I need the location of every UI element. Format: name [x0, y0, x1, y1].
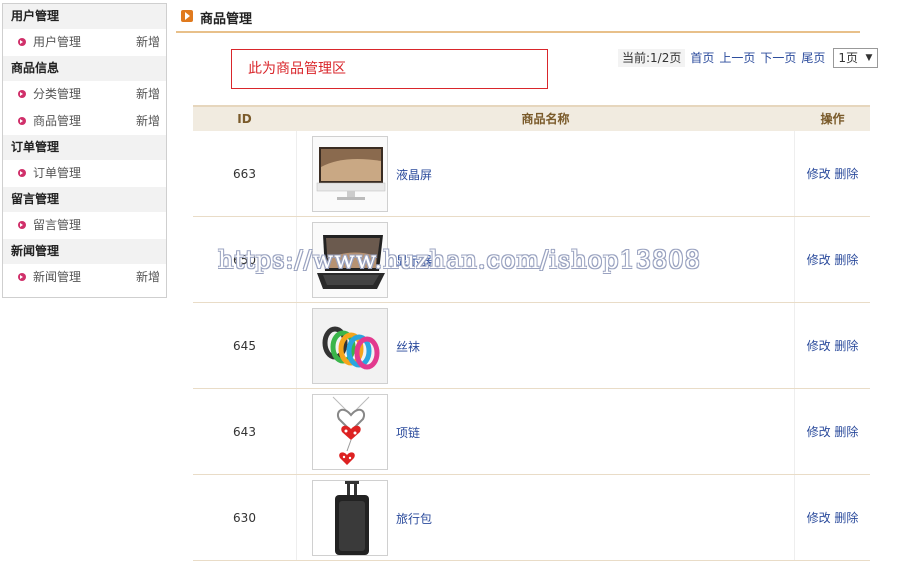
- sidebar-menu: 用户管理 用户管理 新增 商品信息 分类管理 新增 商品管理 新增 订单管理 订…: [2, 3, 167, 298]
- group-message-title: 留言管理: [3, 187, 166, 212]
- edit-link[interactable]: 修改: [807, 339, 831, 353]
- product-id: 630: [233, 511, 256, 525]
- row-actions: 修改 删除: [795, 475, 870, 560]
- group-order-title: 订单管理: [3, 135, 166, 160]
- last-page-link[interactable]: 尾页: [801, 49, 825, 67]
- group-product-title: 商品信息: [3, 56, 166, 81]
- table-row: 663 液晶屏 修改 删除: [193, 131, 870, 217]
- sidebar-item-label[interactable]: 订单管理: [33, 166, 81, 180]
- row-actions: 修改 删除: [795, 303, 870, 388]
- header-actions: 操作: [820, 112, 845, 126]
- delete-link[interactable]: 删除: [834, 339, 858, 353]
- table-header: ID 商品名称 操作: [193, 105, 870, 131]
- delete-link[interactable]: 删除: [834, 167, 858, 181]
- product-name-link[interactable]: 丝袜: [396, 338, 420, 355]
- table-row: 645 丝袜 修改 删除: [193, 303, 870, 389]
- product-cell: 丝袜: [296, 303, 795, 388]
- edit-link[interactable]: 修改: [807, 253, 831, 267]
- product-thumbnail[interactable]: [312, 394, 388, 470]
- product-id: 643: [233, 425, 256, 439]
- page-title: 商品管理: [200, 12, 253, 27]
- sidebar-item-label[interactable]: 用户管理: [33, 35, 81, 49]
- notice-box: 此为商品管理区: [231, 49, 548, 89]
- delete-link[interactable]: 删除: [834, 253, 858, 267]
- sidebar-item-category-manage[interactable]: 分类管理 新增: [3, 81, 166, 108]
- bullet-icon: [18, 38, 26, 46]
- chevron-down-icon: ▼: [865, 53, 873, 63]
- bullet-icon: [18, 117, 26, 125]
- row-actions: 修改 删除: [795, 217, 870, 302]
- next-page-link[interactable]: 下一页: [760, 49, 796, 67]
- row-actions: 修改 删除: [795, 389, 870, 474]
- edit-link[interactable]: 修改: [807, 511, 831, 525]
- table-row: 650 显示器 修改 删除: [193, 217, 870, 303]
- product-thumbnail[interactable]: [312, 308, 388, 384]
- arrow-right-icon: [181, 10, 193, 22]
- product-id: 645: [233, 339, 256, 353]
- group-user-title: 用户管理: [3, 4, 166, 29]
- sidebar-item-product-manage[interactable]: 商品管理 新增: [3, 108, 166, 135]
- product-name-link[interactable]: 旅行包: [396, 510, 432, 527]
- page-status: 当前:1/2页: [618, 49, 686, 67]
- sidebar-item-label[interactable]: 分类管理: [33, 87, 81, 101]
- first-page-link[interactable]: 首页: [690, 49, 714, 67]
- sidebar-item-message-manage[interactable]: 留言管理: [3, 212, 166, 239]
- delete-link[interactable]: 删除: [834, 511, 858, 525]
- sidebar-item-user-manage[interactable]: 用户管理 新增: [3, 29, 166, 56]
- sidebar-item-label[interactable]: 留言管理: [33, 218, 81, 232]
- edit-link[interactable]: 修改: [807, 167, 831, 181]
- product-id: 663: [233, 167, 256, 181]
- pagination: 当前:1/2页 首页 上一页 下一页 尾页 1页 ▼: [618, 48, 879, 68]
- product-name-link[interactable]: 显示器: [396, 252, 432, 269]
- row-actions: 修改 删除: [795, 131, 870, 216]
- product-thumbnail[interactable]: [312, 136, 388, 212]
- sidebar-item-label[interactable]: 新闻管理: [33, 270, 81, 284]
- product-name-link[interactable]: 项链: [396, 424, 420, 441]
- bullet-icon: [18, 90, 26, 98]
- add-category-link[interactable]: 新增: [136, 81, 160, 108]
- bullet-icon: [18, 169, 26, 177]
- sidebar-item-news-manage[interactable]: 新闻管理 新增: [3, 264, 166, 291]
- product-cell: 旅行包: [296, 475, 795, 560]
- table-row: 630 旅行包 修改 删除: [193, 475, 870, 561]
- product-cell: 液晶屏: [296, 131, 795, 216]
- edit-link[interactable]: 修改: [807, 425, 831, 439]
- product-thumbnail[interactable]: [312, 222, 388, 298]
- sidebar-item-order-manage[interactable]: 订单管理: [3, 160, 166, 187]
- page-select[interactable]: 1页 ▼: [833, 48, 879, 68]
- header-id: ID: [237, 112, 252, 126]
- prev-page-link[interactable]: 上一页: [719, 49, 755, 67]
- bullet-icon: [18, 221, 26, 229]
- bullet-icon: [18, 273, 26, 281]
- product-name-link[interactable]: 液晶屏: [396, 166, 432, 183]
- add-news-link[interactable]: 新增: [136, 264, 160, 291]
- product-cell: 项链: [296, 389, 795, 474]
- page-header: 商品管理: [176, 6, 860, 33]
- page-select-value: 1页: [838, 51, 859, 65]
- product-table: ID 商品名称 操作 663 液晶屏 修改 删除 650 显示器 修改 删除 6…: [193, 105, 870, 561]
- product-cell: 显示器: [296, 217, 795, 302]
- product-thumbnail[interactable]: [312, 480, 388, 556]
- product-id: 650: [233, 253, 256, 267]
- group-news-title: 新闻管理: [3, 239, 166, 264]
- add-product-link[interactable]: 新增: [136, 108, 160, 135]
- table-row: 643 项链 修改 删除: [193, 389, 870, 475]
- sidebar-item-label[interactable]: 商品管理: [33, 114, 81, 128]
- add-user-link[interactable]: 新增: [136, 29, 160, 56]
- header-name: 商品名称: [521, 112, 570, 126]
- delete-link[interactable]: 删除: [834, 425, 858, 439]
